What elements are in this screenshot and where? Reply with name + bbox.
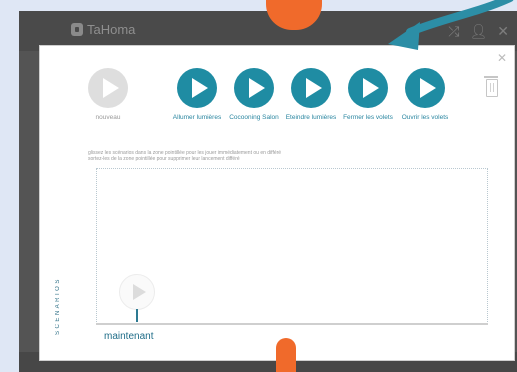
play-icon[interactable] <box>291 68 331 108</box>
timeline-axis <box>96 323 488 325</box>
scenario-dialog: ✕ nouveau Allumer lumières Cocooning Sal… <box>39 45 515 361</box>
now-marker <box>136 309 138 322</box>
play-icon[interactable] <box>234 68 274 108</box>
scenario-dropzone[interactable] <box>96 168 488 324</box>
tahoma-logo-icon <box>71 23 83 36</box>
now-play-icon[interactable] <box>119 274 155 310</box>
play-icon[interactable] <box>177 68 217 108</box>
play-icon[interactable] <box>88 68 128 108</box>
scenario-new-button[interactable]: nouveau <box>73 68 143 122</box>
brand-name: TaHoma <box>87 22 136 37</box>
trash-icon[interactable] <box>484 76 498 97</box>
instruction-line: sortez-les de la zone pointillée pour su… <box>88 156 240 162</box>
now-label: maintenant <box>104 331 154 342</box>
pointer-bottom <box>276 338 296 372</box>
curved-arrow-icon <box>388 0 514 50</box>
scenarios-side-label: SCENARIOS <box>55 277 61 335</box>
scenario-label: Ouvrir les volets <box>401 114 449 121</box>
scenario-label: nouveau <box>95 114 121 121</box>
instructions: glissez les scénarios dans la zone point… <box>88 150 281 162</box>
brand: TaHoma <box>71 22 135 37</box>
